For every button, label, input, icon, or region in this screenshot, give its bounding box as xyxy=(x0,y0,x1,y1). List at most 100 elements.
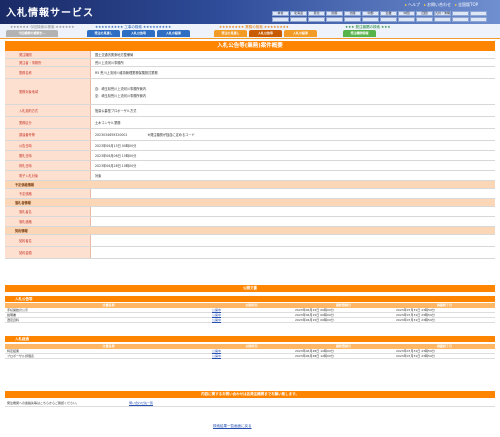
row-label: 業務名称 xyxy=(5,67,91,78)
region-buttons: 本省 北海道 東北 関東 北陸 中部 近畿 中国 四国 九州・沖縄 xyxy=(272,11,496,22)
region-button[interactable] xyxy=(272,17,289,22)
doc-status-link[interactable]: 公開中 xyxy=(210,313,293,317)
header-bar: 入札情報サービス ヘルプ お問い合わせ 全国版TOP 本省 北海道 東北 関東 … xyxy=(0,0,500,24)
detail-row: 業務名称 R5 荒川上流河川維持管理業務保険検討業務 xyxy=(5,67,495,79)
announce-heading: 入札公告等 xyxy=(5,296,495,302)
region-button[interactable]: 東北 xyxy=(308,11,325,16)
region-button[interactable]: 北海道 xyxy=(290,11,307,16)
doc-status-link[interactable]: 公開中 xyxy=(210,308,293,312)
detail-row: 発注機関 国土交通省関東地方整備局 xyxy=(5,51,495,59)
detail-row: 契約者名 xyxy=(5,235,495,247)
top-links: ヘルプ お問い合わせ 全国版TOP xyxy=(405,2,478,8)
contact-link[interactable]: お問い合わせ xyxy=(424,2,451,8)
tab-group-2: 発注の見通し 入札公告等 入札の結果 xyxy=(87,30,190,37)
inquiry-text: 発注機関への連絡先等はこちらからご確認ください。 xyxy=(7,401,80,405)
detail-row: 業務区分 土木コンサル業務 xyxy=(5,117,495,129)
row-value: 荒川上流河川事務所 xyxy=(95,61,124,65)
detail-row: 掲札日時 2023年06月28日 10時00分 xyxy=(5,161,495,171)
tab-service-forecast[interactable]: 発注の見通し xyxy=(214,30,247,37)
page-title: 入札公告等(業務)案件概要 xyxy=(5,41,495,51)
detail-row: 落札価格 xyxy=(5,217,495,227)
tab-work-forecast[interactable]: 発注の見通し xyxy=(87,30,120,37)
row-value xyxy=(91,207,495,216)
help-link[interactable]: ヘルプ xyxy=(405,2,420,8)
doc-end-date: 2023年07月31日 23時59分 xyxy=(396,354,435,358)
back-to-results-link[interactable]: 検索結果一覧画面に戻る xyxy=(213,424,252,429)
row-label: 開札日時 xyxy=(5,151,91,160)
region-button[interactable]: 九州・沖縄 xyxy=(434,11,451,16)
row-value: 対象 xyxy=(95,174,102,178)
documents-title: 公開文書 xyxy=(5,285,495,292)
region-button[interactable] xyxy=(362,17,379,22)
doc-name: プロポーザル評価表 xyxy=(7,354,34,358)
table-row: プロポーザル評価表 公開中 2023年06月28日 12時00分 2023年07… xyxy=(5,354,495,359)
tab-group-4: 発注機関情報 xyxy=(343,30,376,37)
row-value xyxy=(91,217,495,226)
row-value xyxy=(91,247,495,258)
row-label: 入札契約方式 xyxy=(5,105,91,116)
doc-end-date: 2023年07月31日 23時59分 xyxy=(396,349,435,353)
table-row: 選定資料 公開中 2023年06月15日 00時00分 2023年07月31日 … xyxy=(5,318,495,323)
region-button[interactable] xyxy=(416,17,433,22)
doc-registered: 2023年06月28日 12時00分 xyxy=(295,349,334,353)
row-label: 落札者名 xyxy=(5,207,91,216)
region-button[interactable] xyxy=(398,17,415,22)
contact-list-link[interactable]: 問い合わせ先一覧 xyxy=(129,400,153,406)
region-button[interactable] xyxy=(344,17,361,22)
row-label: 公告日時 xyxy=(5,141,91,150)
row-value: 2023年06月28日 10時00分 xyxy=(95,164,137,168)
tab-prev-search[interactable]: 今回検索の検索を… xyxy=(6,30,58,37)
region-button[interactable] xyxy=(308,17,325,22)
region-button[interactable] xyxy=(452,11,469,16)
region-button[interactable]: 四国 xyxy=(416,11,433,16)
inquiry-row: 発注機関への連絡先等はこちらからご確認ください。 問い合わせ先一覧 xyxy=(5,400,495,407)
region-button[interactable] xyxy=(380,17,397,22)
region-button[interactable] xyxy=(434,17,451,22)
region-button[interactable]: 関東 xyxy=(326,11,343,16)
row-value: R5 荒川上流河川維持管理業務保険検討業務 xyxy=(95,71,158,75)
tab-work-results[interactable]: 入札の結果 xyxy=(157,30,190,37)
doc-registered: 2023年06月15日 00時00分 xyxy=(295,318,334,322)
row-value: 簡易公募型プロポーザル方式 xyxy=(95,109,137,113)
row-value: 自：埼玉県荒川上流河川事務所管内 xyxy=(95,86,146,91)
row-label: 落札価格 xyxy=(5,217,91,226)
region-button[interactable]: 近畿 xyxy=(380,11,397,16)
tab-group-1: 今回検索の検索を… xyxy=(6,30,58,37)
national-top-link[interactable]: 全国版TOP xyxy=(455,2,478,8)
row-label: 契約金額 xyxy=(5,247,91,258)
doc-end-date: 2023年07月31日 23時59分 xyxy=(396,318,435,322)
region-button[interactable] xyxy=(326,17,343,22)
app-title: 入札情報サービス xyxy=(6,8,94,19)
tab-group-3: 発注の見通し 入札公告等 入札の結果 xyxy=(214,30,317,37)
doc-registered: 2023年06月15日 00時00分 xyxy=(295,313,334,317)
row-value: 土木コンサル業務 xyxy=(95,121,121,125)
tab-work-notices[interactable]: 入札公告等 xyxy=(122,30,155,37)
detail-row: 契約金額 xyxy=(5,247,495,259)
tab-service-notices[interactable]: 入札公告等 xyxy=(249,30,282,37)
detail-table: 発注機関 国土交通省関東地方整備局 発注者・事務所 荒川上流河川事務所 業務名称 R5… xyxy=(5,51,495,259)
region-button[interactable] xyxy=(470,17,487,22)
row-label: 契約者名 xyxy=(5,235,91,246)
results-heading: 入札経過 xyxy=(5,336,495,342)
region-button[interactable]: 北陸 xyxy=(344,11,361,16)
tab-service-results[interactable]: 入札の結果 xyxy=(284,30,317,37)
region-button[interactable] xyxy=(452,17,469,22)
row-label: 予定価格 xyxy=(5,189,91,198)
search-nav: ★★★★★★ 今回検索の検索 ★★★★★★ ★★★★★★★★★ 工事の検索 ★★… xyxy=(0,24,500,38)
doc-status-link[interactable]: 公開中 xyxy=(210,354,293,358)
doc-status-link[interactable]: 公開中 xyxy=(210,318,293,322)
region-button[interactable] xyxy=(290,17,307,22)
region-button[interactable]: 本省 xyxy=(272,11,289,16)
doc-name: 特定結果 xyxy=(7,349,20,353)
doc-status-link[interactable]: 公開中 xyxy=(210,349,293,353)
region-button[interactable] xyxy=(470,11,487,16)
row-value: 2023年06月06日 15時00分 xyxy=(95,154,137,158)
detail-row: 開札日時 2023年06月06日 15時00分 xyxy=(5,151,495,161)
announce-table: 文書名称 公開状況 最終登録日 掲載終了日 手続開始の公示 公開中 2023年0… xyxy=(5,303,495,323)
detail-row: 電子入札対象 対象 xyxy=(5,171,495,181)
row-label: 電子入札対象 xyxy=(5,171,91,180)
detail-row: 業務対象地域 自：埼玉県荒川上流河川事務所管内 至：埼玉県荒川上流河川事務所管内 xyxy=(5,79,495,105)
tab-agency-info[interactable]: 発注機関情報 xyxy=(343,30,376,37)
region-button[interactable]: 中部 xyxy=(362,11,379,16)
region-button[interactable]: 中国 xyxy=(398,11,415,16)
